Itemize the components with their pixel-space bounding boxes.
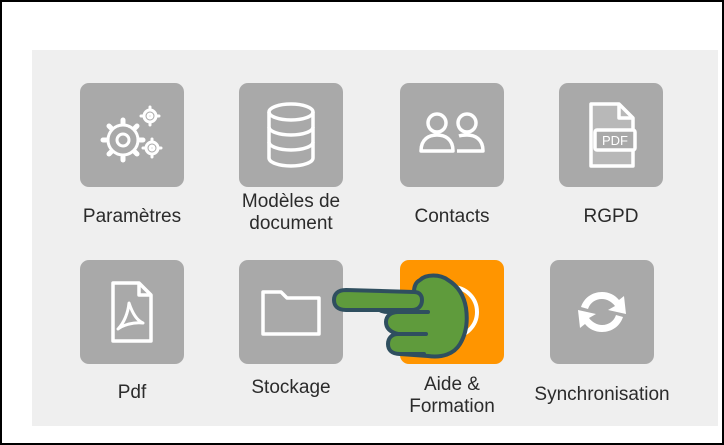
acrobat-pdf-icon [111,281,153,343]
document-templates-tile[interactable] [239,83,343,187]
storage-label: Stockage [251,377,331,398]
contacts-icon [419,112,485,153]
menu-panel: Paramètres Modèles de document Contacts [32,50,718,426]
rgpd-pdf-text: PDF [602,133,628,148]
pdf-label: Pdf [117,382,147,403]
gears-icon [100,105,163,163]
help-training-label: Aide & Formation [409,374,495,417]
help-training-tile[interactable] [400,260,504,364]
rgpd-label: RGPD [583,206,639,227]
pdf-document-icon: PDF [589,102,637,168]
folder-icon [261,290,321,336]
sync-tile[interactable] [550,260,654,364]
contacts-tile[interactable] [400,83,504,187]
storage-tile[interactable] [239,260,343,364]
settings-tile[interactable] [80,83,184,187]
document-templates-label: Modèles de document [241,191,341,234]
help-icon [425,285,479,339]
screenshot-frame: Paramètres Modèles de document Contacts [0,0,724,445]
sync-icon [578,292,626,332]
settings-label: Paramètres [82,206,182,227]
database-icon [267,102,315,168]
contacts-label: Contacts [414,206,490,227]
sync-label: Synchronisation [534,384,670,405]
pdf-tile[interactable] [80,260,184,364]
rgpd-tile[interactable]: PDF [559,83,663,187]
